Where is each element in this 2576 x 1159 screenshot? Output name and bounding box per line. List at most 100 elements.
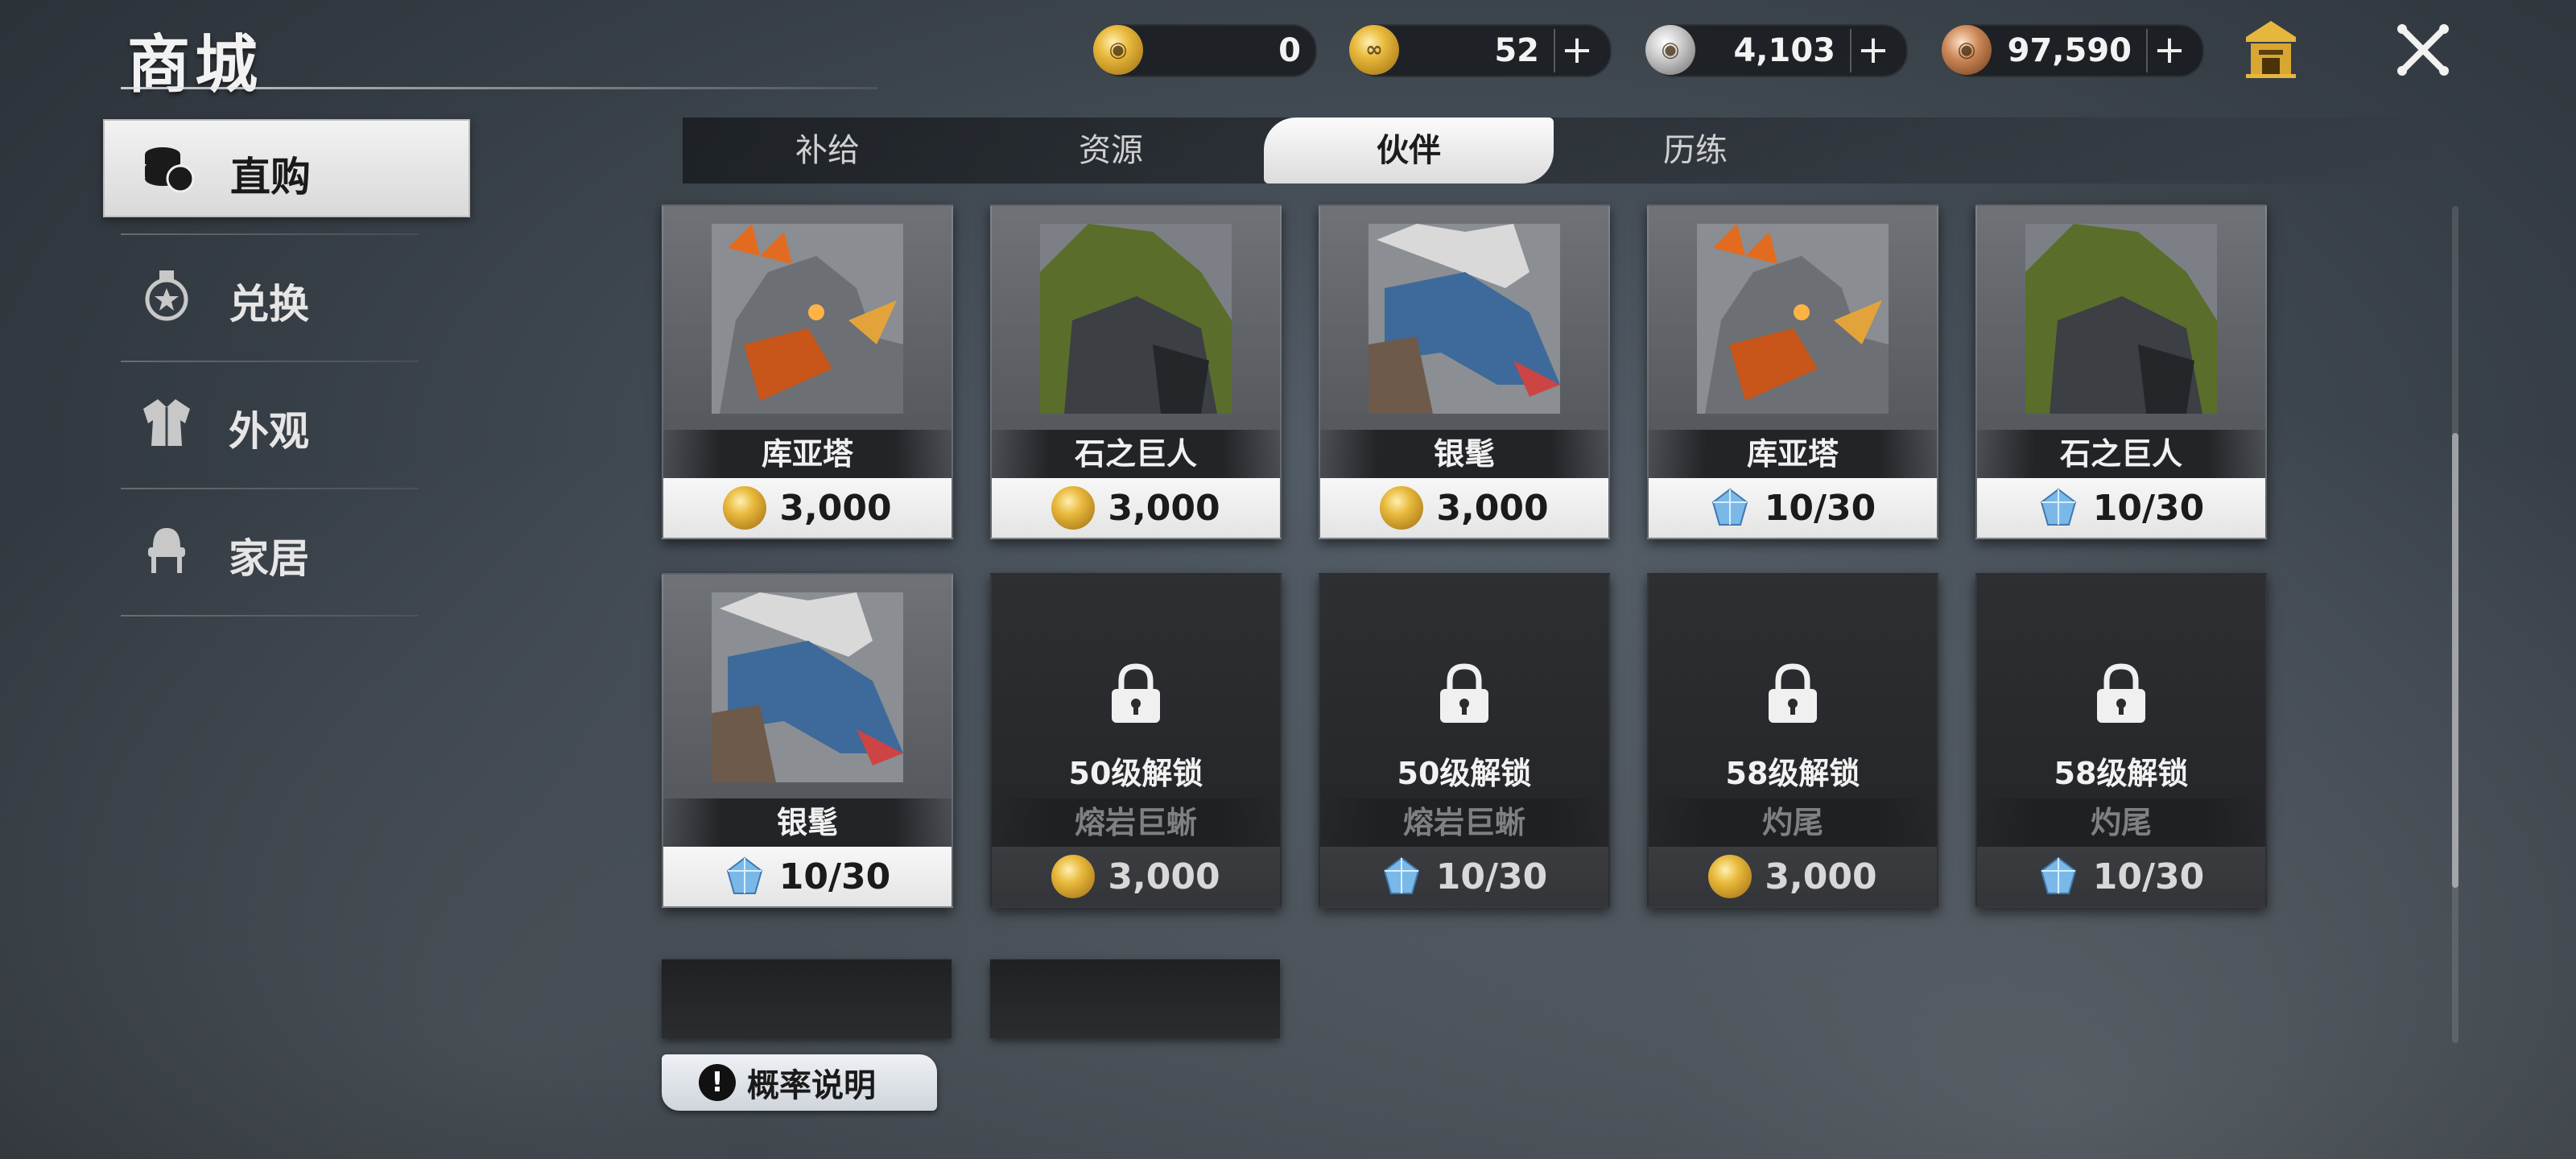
- sidebar-item-label: 家居: [229, 535, 309, 582]
- card-name: 银髦: [1320, 430, 1608, 478]
- unlock-requirement: 58级解锁: [2054, 756, 2189, 791]
- tab-partners[interactable]: 伙伴: [1264, 118, 1554, 184]
- card-price: 10/30: [1320, 847, 1608, 906]
- shop-card[interactable]: 库亚塔 3,000: [662, 204, 953, 539]
- price-value: 3,000: [1765, 856, 1877, 897]
- lock-container: [1649, 663, 1937, 728]
- close-icon[interactable]: [2392, 19, 2454, 80]
- crystal-icon: [2040, 856, 2076, 894]
- crystal-icon: [2040, 488, 2076, 526]
- gold-coin-icon: [1380, 486, 1424, 530]
- sidebar-item-label: 外观: [229, 408, 309, 455]
- tab-training[interactable]: 历练: [1550, 118, 1840, 184]
- crystal-icon: [1383, 856, 1419, 894]
- sidebar-divider: [121, 361, 419, 362]
- shop-card-partial[interactable]: [990, 959, 1280, 1038]
- card-price: 10/30: [663, 847, 952, 906]
- unlock-requirement: 58级解锁: [1725, 756, 1860, 791]
- probability-label: 概率说明: [747, 1067, 876, 1104]
- shop-card[interactable]: 石之巨人 10/30: [1975, 204, 2267, 539]
- page-title: 商城: [127, 29, 263, 101]
- card-name: 库亚塔: [663, 430, 952, 478]
- card-name: 灼尾: [1649, 798, 1937, 847]
- sidebar-item-exchange[interactable]: 兑换: [103, 248, 467, 343]
- shop-card[interactable]: 石之巨人 3,000: [990, 204, 1282, 539]
- exclamation-icon: !: [699, 1064, 736, 1101]
- gold-coin-icon: [1708, 855, 1752, 898]
- currency-amount: 97,590: [2007, 32, 2132, 69]
- sidebar-item-furniture[interactable]: 家居: [103, 502, 467, 597]
- currency-amount: 4,103: [1733, 32, 1835, 69]
- lock-container: [1320, 663, 1608, 728]
- lock-icon: [2097, 663, 2145, 723]
- card-name: 库亚塔: [1649, 430, 1937, 478]
- lock-icon: [1112, 663, 1160, 723]
- lock-icon: [1769, 663, 1817, 723]
- scrollbar-thumb[interactable]: [2452, 433, 2458, 888]
- card-name: 银髦: [663, 798, 952, 847]
- tab-resources[interactable]: 资源: [966, 118, 1256, 184]
- currency-gold: ◉ 0: [1093, 24, 1317, 77]
- sidebar-divider: [121, 233, 419, 235]
- add-currency-button[interactable]: +: [1850, 29, 1895, 72]
- crystal-icon: [1711, 488, 1748, 526]
- sidebar-item-appearance[interactable]: 外观: [103, 375, 467, 470]
- shop-card-locked[interactable]: 58级解锁 灼尾 10/30: [1975, 573, 2267, 908]
- currency-silver: ◉ 4,103 +: [1645, 24, 1908, 77]
- crystal-icon: [726, 856, 762, 894]
- coins-stack-icon: [145, 147, 195, 193]
- card-price: 3,000: [1320, 478, 1608, 538]
- shop-card-locked[interactable]: 50级解锁 熔岩巨蜥 3,000: [990, 573, 1282, 908]
- sidebar-item-label: 直购: [230, 154, 311, 200]
- currency-amount: 52: [1494, 32, 1539, 69]
- shop-card[interactable]: 库亚塔 10/30: [1647, 204, 1938, 539]
- outfit-icon: [143, 399, 190, 446]
- shop-card-partial[interactable]: [662, 959, 952, 1038]
- card-price: 3,000: [1649, 847, 1937, 906]
- rhino-beast-portrait: [712, 224, 903, 414]
- currency-bound-gold: ∞ 52 +: [1349, 24, 1612, 77]
- chair-icon: [148, 528, 185, 573]
- tab-supplies[interactable]: 补给: [683, 118, 972, 184]
- gold-coin-icon: [1051, 486, 1096, 530]
- sidebar-divider: [121, 488, 419, 489]
- silver-wolf-portrait: [712, 592, 903, 782]
- gold-coin-icon: [723, 486, 767, 530]
- stone-giant-portrait: [1040, 224, 1232, 414]
- title-underline: [121, 87, 877, 89]
- card-name: 熔岩巨蜥: [1320, 798, 1608, 847]
- price-value: 3,000: [1108, 487, 1220, 529]
- price-value: 10/30: [778, 856, 891, 897]
- lock-icon: [1440, 663, 1488, 723]
- gold-coin-icon: [1051, 855, 1096, 898]
- sidebar-item-direct-purchase[interactable]: 直购: [103, 119, 470, 217]
- medal-icon: [145, 270, 188, 321]
- currency-amount: 0: [1278, 32, 1301, 69]
- price-value: 3,000: [1108, 856, 1220, 897]
- shop-card-locked[interactable]: 50级解锁 熔岩巨蜥 10/30: [1319, 573, 1610, 908]
- card-name: 石之巨人: [1977, 430, 2265, 478]
- price-value: 3,000: [779, 487, 892, 529]
- price-value: 10/30: [2092, 487, 2205, 529]
- gold-coin-icon: ◉: [1093, 25, 1143, 75]
- card-name: 石之巨人: [992, 430, 1280, 478]
- shop-card[interactable]: 银髦 3,000: [1319, 204, 1610, 539]
- rhino-beast-portrait: [1697, 224, 1889, 414]
- probability-info-button[interactable]: ! 概率说明: [662, 1054, 937, 1111]
- lock-container: [992, 663, 1280, 728]
- shop-card[interactable]: 银髦 10/30: [662, 573, 953, 908]
- unlock-requirement: 50级解锁: [1397, 756, 1532, 791]
- add-currency-button[interactable]: +: [2146, 29, 2191, 72]
- price-value: 10/30: [2092, 856, 2205, 897]
- card-price: 3,000: [992, 847, 1280, 906]
- card-price: 3,000: [992, 478, 1280, 538]
- sidebar-divider: [121, 615, 419, 617]
- price-value: 10/30: [1764, 487, 1876, 529]
- bronze-coin-icon: ◉: [1942, 25, 1992, 75]
- currency-bronze: ◉ 97,590 +: [1942, 24, 2204, 77]
- shop-card-locked[interactable]: 58级解锁 灼尾 3,000: [1647, 573, 1938, 908]
- shop-building-icon[interactable]: [2243, 18, 2299, 79]
- lock-container: [1977, 663, 2265, 728]
- add-currency-button[interactable]: +: [1554, 29, 1599, 72]
- price-value: 10/30: [1435, 856, 1548, 897]
